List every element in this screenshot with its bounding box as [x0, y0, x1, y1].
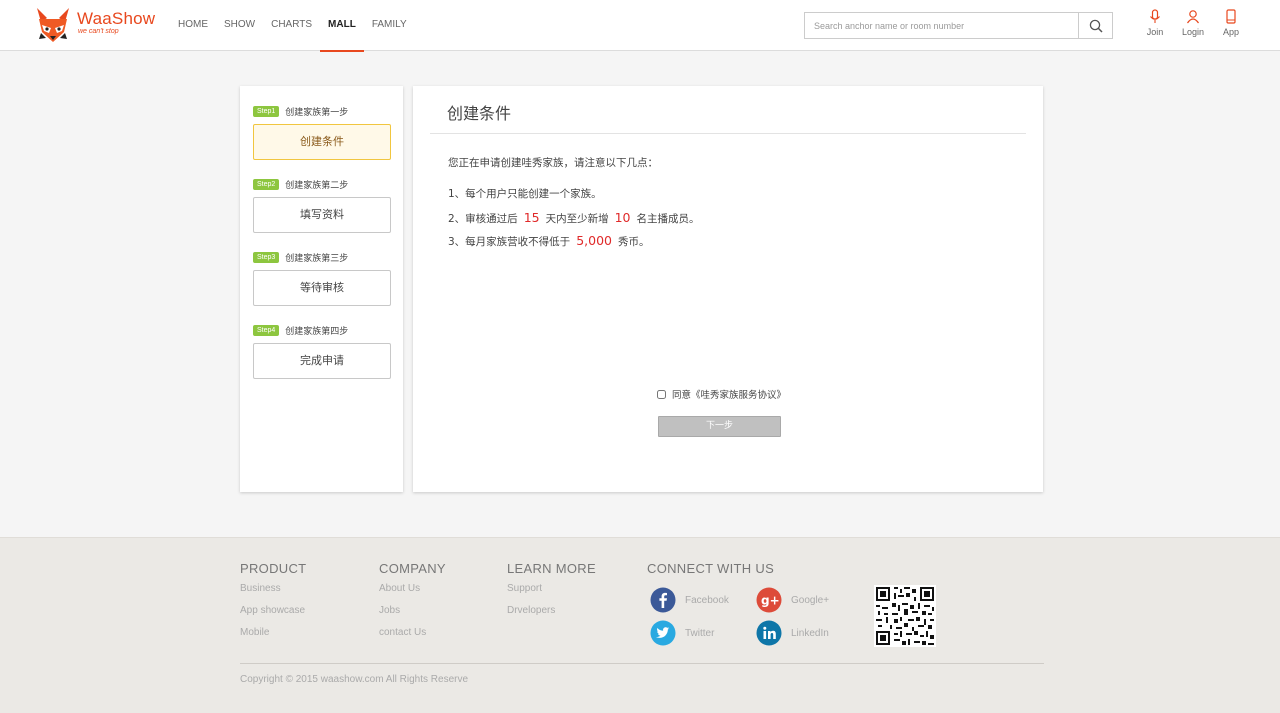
- copyright-text: Copyright © 2015 waashow.com All Rights …: [240, 674, 469, 685]
- site-footer: PRODUCT Business App showcase Mobile COM…: [0, 537, 1280, 713]
- rule-item: 1、每个用户只能创建一个家族。: [448, 184, 700, 208]
- step-badge: Step2: [253, 178, 280, 190]
- footer-link-jobs[interactable]: Jobs: [379, 605, 446, 620]
- nav-charts[interactable]: CHARTS: [263, 0, 320, 51]
- content-panel: 创建条件 您正在申请创建哇秀家族，请注意以下几点： 1、每个用户只能创建一个家族…: [413, 86, 1043, 492]
- footer-heading: LEARN MORE: [507, 561, 596, 576]
- logo-title: WaaShow: [77, 9, 156, 28]
- step-badge: Step1: [253, 105, 280, 117]
- step-4-button[interactable]: 完成申请: [253, 343, 391, 379]
- intro-text: 您正在申请创建哇秀家族，请注意以下几点：: [448, 157, 658, 169]
- footer-connect: CONNECT WITH US: [647, 561, 774, 576]
- user-icon: [1187, 10, 1199, 24]
- google-plus-icon: g+: [756, 587, 782, 613]
- footer-link-support[interactable]: Support: [507, 583, 596, 598]
- top-header: WaaShow we can't stop HOME SHOW CHARTS M…: [0, 0, 1280, 52]
- facebook-link[interactable]: Facebook: [650, 587, 729, 613]
- logo-slogan: we can't stop: [78, 28, 119, 35]
- footer-heading: COMPANY: [379, 561, 446, 576]
- next-step-button[interactable]: 下一步: [658, 416, 781, 437]
- microphone-icon: [1150, 9, 1160, 23]
- footer-company: COMPANY About Us Jobs contact Us: [379, 561, 446, 642]
- qr-code-image: [874, 585, 936, 647]
- facebook-icon: [650, 587, 676, 613]
- join-label: Join: [1146, 27, 1164, 37]
- linkedin-icon: [756, 620, 782, 646]
- footer-heading: CONNECT WITH US: [647, 561, 775, 576]
- step-title: 创建家族第三步: [285, 253, 349, 264]
- linkedin-link[interactable]: LinkedIn: [756, 620, 829, 646]
- nav-family[interactable]: FAMILY: [364, 0, 415, 51]
- page-title: 创建条件: [447, 104, 512, 123]
- phone-icon: [1226, 9, 1236, 24]
- rule-2-prefix: 2、审核通过后: [448, 212, 518, 225]
- rule-3-amount: 5,000: [576, 233, 612, 248]
- search-icon: [1089, 19, 1103, 33]
- agree-terms[interactable]: 同意《哇秀家族服务协议》: [657, 387, 786, 401]
- twitter-link[interactable]: Twitter: [650, 620, 714, 646]
- rule-item: 2、审核通过后 15 天内至少新增 10 名主播成员。: [448, 208, 700, 232]
- step-badge: Step3: [253, 251, 280, 263]
- nav-home[interactable]: HOME: [170, 0, 216, 51]
- rule-3-prefix: 3、每月家族营收不得低于: [448, 236, 571, 248]
- search-input[interactable]: [805, 13, 1078, 38]
- app-button[interactable]: App: [1212, 9, 1250, 37]
- footer-product: PRODUCT Business App showcase Mobile: [240, 561, 306, 642]
- rules-list: 1、每个用户只能创建一个家族。 2、审核通过后 15 天内至少新增 10 名主播成员。 …: [448, 184, 700, 255]
- footer-heading: PRODUCT: [240, 561, 307, 576]
- footer-link-about[interactable]: About Us: [379, 583, 446, 598]
- step-2: Step2 创建家族第二步 填写资料: [253, 177, 391, 233]
- search-button[interactable]: [1078, 13, 1112, 38]
- rule-2-suffix: 名主播成员。: [636, 212, 700, 225]
- main-nav: HOME SHOW CHARTS MALL FAMILY: [170, 0, 415, 52]
- steps-sidebar: Step1 创建家族第一步 创建条件 Step2 创建家族第二步 填写资料 St…: [240, 86, 403, 492]
- logo[interactable]: WaaShow we can't stop: [33, 5, 155, 45]
- rule-item: 3、每月家族营收不得低于 5,000 秀币。: [448, 231, 700, 255]
- agree-checkbox[interactable]: [657, 389, 666, 399]
- login-label: Login: [1181, 27, 1205, 37]
- step-3: Step3 创建家族第三步 等待审核: [253, 250, 391, 306]
- google-plus-link[interactable]: g+ Google+: [756, 587, 829, 613]
- agree-label: 同意《哇秀家族服务协议》: [672, 390, 787, 401]
- svg-text:g+: g+: [761, 594, 780, 608]
- qr-code: [874, 585, 936, 647]
- rule-1-text: 1、每个用户只能创建一个家族。: [448, 188, 602, 200]
- twitter-icon: [650, 620, 676, 646]
- footer-learn: LEARN MORE Support Drvelopers: [507, 561, 596, 620]
- step-3-button[interactable]: 等待审核: [253, 270, 391, 306]
- login-button[interactable]: Login: [1174, 9, 1212, 37]
- google-plus-label: Google+: [791, 594, 830, 606]
- footer-link-app-showcase[interactable]: App showcase: [240, 605, 306, 620]
- fox-logo-icon: [37, 8, 69, 42]
- facebook-label: Facebook: [685, 594, 729, 606]
- step-1: Step1 创建家族第一步 创建条件: [253, 104, 391, 160]
- footer-link-business[interactable]: Business: [240, 583, 306, 598]
- header-actions: Join Login App: [1136, 9, 1250, 37]
- step-title: 创建家族第四步: [285, 326, 349, 337]
- step-title: 创建家族第一步: [285, 107, 349, 118]
- rule-2-days: 15: [523, 209, 540, 225]
- footer-link-developers[interactable]: Drvelopers: [507, 605, 596, 620]
- step-2-button[interactable]: 填写资料: [253, 197, 391, 233]
- join-button[interactable]: Join: [1136, 9, 1174, 37]
- rule-2-count: 10: [614, 209, 631, 225]
- rule-2-middle: 天内至少新增: [545, 212, 609, 225]
- footer-link-contact[interactable]: contact Us: [379, 627, 446, 642]
- nav-mall[interactable]: MALL: [320, 0, 364, 52]
- rule-3-suffix: 秀币。: [617, 236, 650, 248]
- step-4: Step4 创建家族第四步 完成申请: [253, 323, 391, 379]
- app-label: App: [1222, 27, 1239, 37]
- linkedin-label: LinkedIn: [791, 627, 829, 639]
- footer-link-mobile[interactable]: Mobile: [240, 627, 306, 642]
- nav-show[interactable]: SHOW: [216, 0, 263, 51]
- step-badge: Step4: [253, 324, 280, 336]
- search-box: [804, 12, 1113, 39]
- twitter-label: Twitter: [685, 627, 715, 639]
- title-divider: [430, 133, 1026, 134]
- step-title: 创建家族第二步: [285, 180, 349, 191]
- footer-divider: [240, 663, 1044, 664]
- step-1-button[interactable]: 创建条件: [253, 124, 391, 160]
